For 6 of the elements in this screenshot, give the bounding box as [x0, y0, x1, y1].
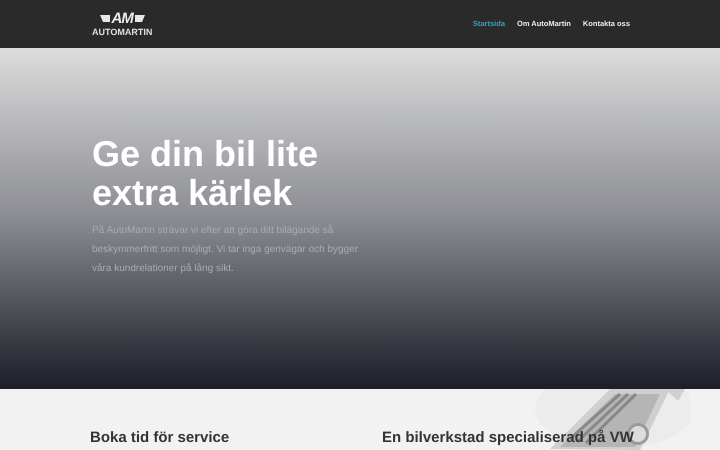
logo-text: AUTOMARTIN — [92, 28, 152, 37]
logo-mark: AM — [112, 11, 133, 26]
section-heading: Boka tid för service — [90, 429, 230, 447]
wing-icon — [100, 15, 110, 22]
wing-icon — [134, 15, 145, 22]
hero-title: Ge din bil lite extra kärlek — [92, 134, 320, 212]
